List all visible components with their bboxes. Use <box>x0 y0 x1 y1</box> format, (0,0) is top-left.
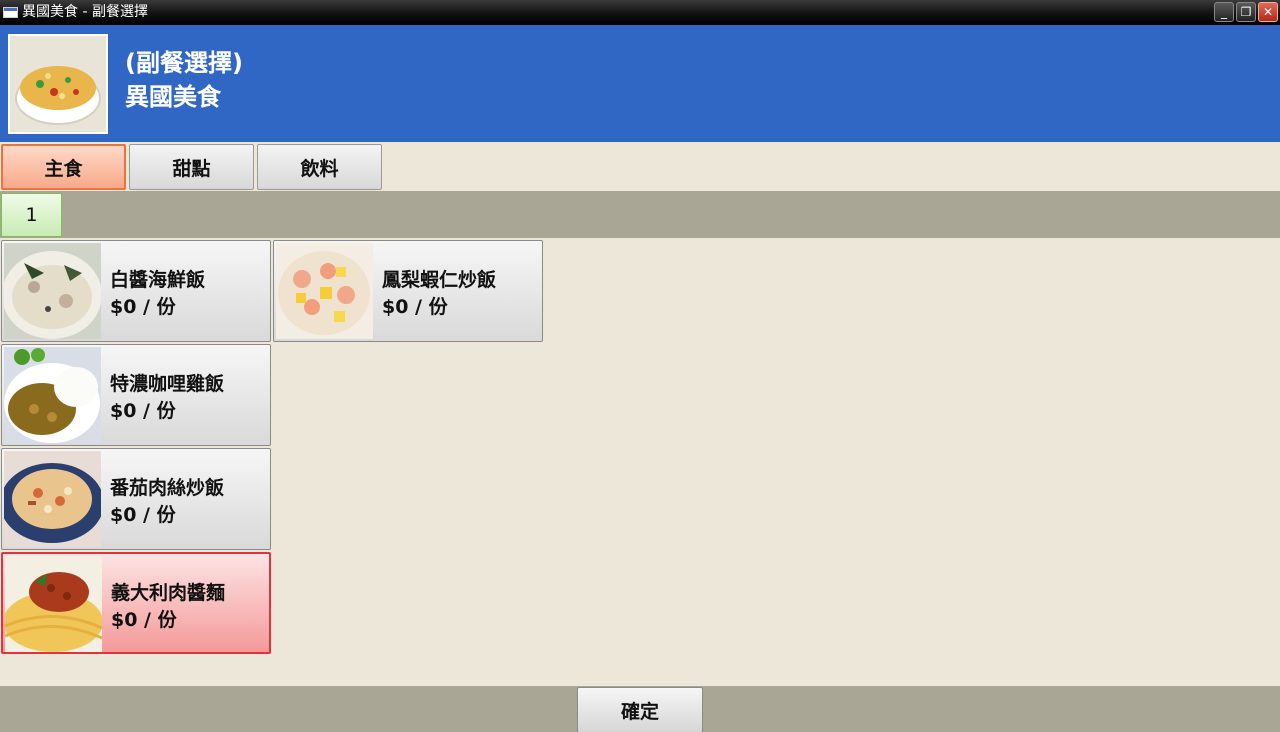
menu-item[interactable]: 鳳梨蝦仁炒飯 $0 / 份 <box>273 240 543 342</box>
category-tabs: 主食 甜點 飲料 <box>0 142 1280 191</box>
menu-item-price: $0 / 份 <box>110 504 176 526</box>
menu-item-name: 番茄肉絲炒飯 <box>110 477 225 499</box>
cream-seafood-rice-photo <box>4 243 101 339</box>
tomato-pork-fried-rice-photo <box>4 451 101 547</box>
spaghetti-bolognese-photo <box>5 556 102 652</box>
window-controls: _ ❐ ✕ <box>1214 2 1278 22</box>
restore-icon[interactable]: ❐ <box>1236 2 1256 22</box>
menu-item[interactable]: 番茄肉絲炒飯 $0 / 份 <box>1 448 271 550</box>
curry-chicken-rice-photo <box>4 347 101 443</box>
close-icon[interactable]: ✕ <box>1258 2 1278 22</box>
minimize-icon[interactable]: _ <box>1214 2 1234 22</box>
tab-dessert[interactable]: 甜點 <box>129 144 254 190</box>
page-header: (副餐選擇) 異國美食 <box>0 25 1280 142</box>
menu-item-price: $0 / 份 <box>110 400 176 422</box>
menu-item-name: 白醬海鮮飯 <box>110 269 206 291</box>
menu-item-selected[interactable]: 義大利肉醬麵 $0 / 份 <box>1 552 271 654</box>
confirm-button[interactable]: 確定 <box>577 687 703 732</box>
app-window-icon <box>3 7 18 18</box>
menu-item-name: 鳳梨蝦仁炒飯 <box>382 269 497 291</box>
window-titlebar[interactable]: 異國美食 - 副餐選擇 _ ❐ ✕ <box>0 0 1280 25</box>
page-button-1[interactable]: 1 <box>1 193 62 237</box>
tab-main-course[interactable]: 主食 <box>1 144 126 190</box>
footer-bar: 確定 <box>0 686 1280 732</box>
window-title: 異國美食 - 副餐選擇 <box>22 4 148 20</box>
header-restaurant-name: 異國美食 <box>125 83 221 111</box>
header-subtitle: (副餐選擇) <box>125 49 243 77</box>
menu-items-grid: 白醬海鮮飯 $0 / 份 鳳梨蝦仁炒飯 $0 / 份 特濃咖哩雞飯 $0 / 份… <box>0 238 1280 686</box>
restaurant-thumbnail <box>8 34 108 134</box>
menu-item-name: 特濃咖哩雞飯 <box>110 373 225 395</box>
menu-item-price: $0 / 份 <box>111 609 177 631</box>
menu-item-price: $0 / 份 <box>110 296 176 318</box>
pineapple-shrimp-fried-rice-photo <box>276 243 373 339</box>
menu-item[interactable]: 白醬海鮮飯 $0 / 份 <box>1 240 271 342</box>
menu-item-price: $0 / 份 <box>382 296 448 318</box>
pagination-bar: 1 <box>0 191 1280 238</box>
tab-drinks[interactable]: 飲料 <box>257 144 382 190</box>
menu-item[interactable]: 特濃咖哩雞飯 $0 / 份 <box>1 344 271 446</box>
menu-item-name: 義大利肉醬麵 <box>111 582 226 604</box>
